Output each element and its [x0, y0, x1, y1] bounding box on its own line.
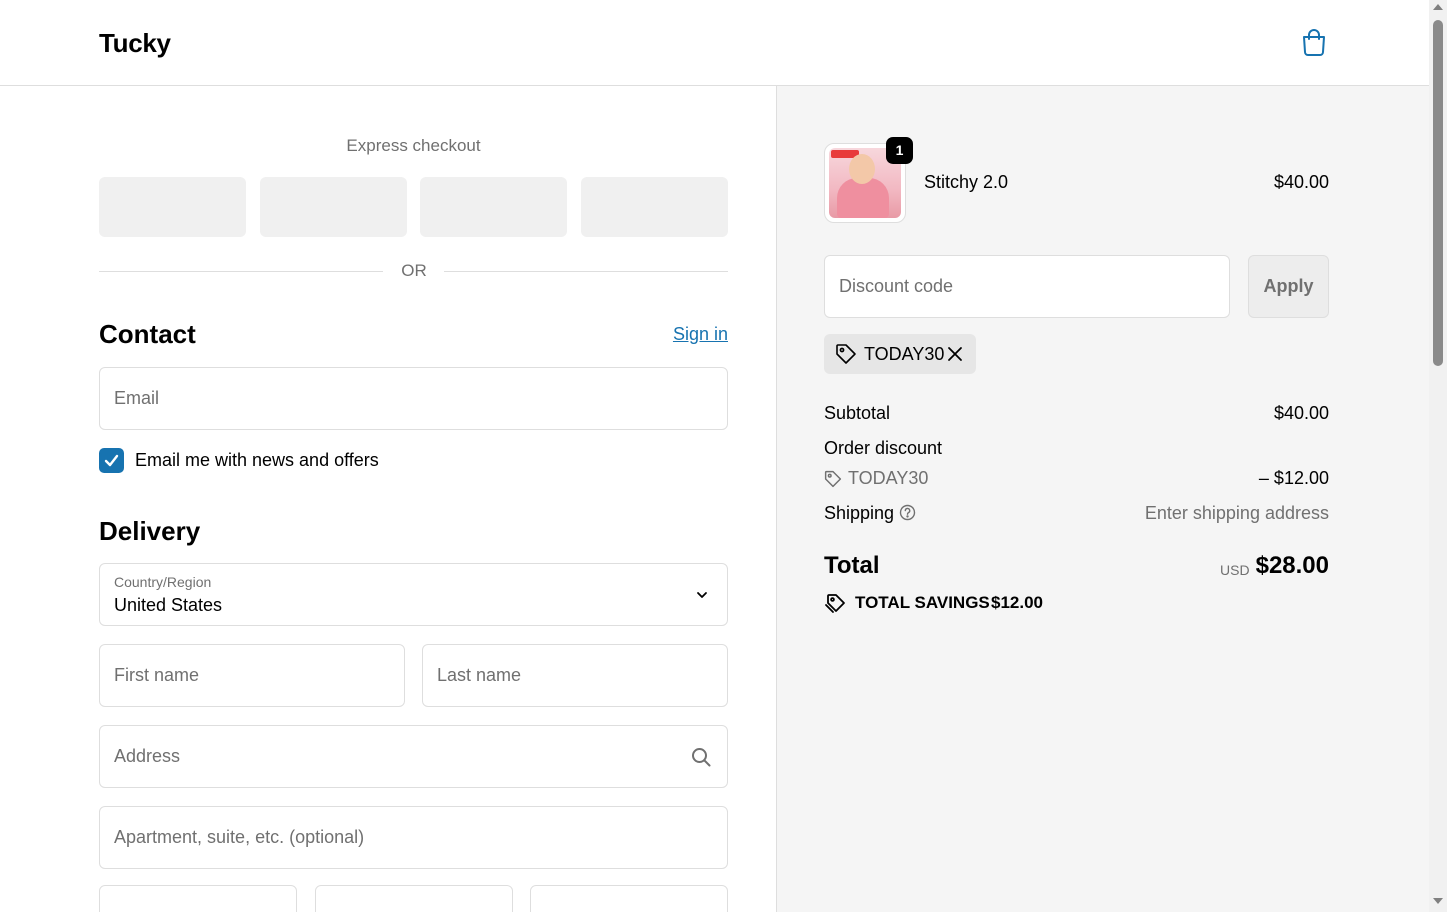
total-currency: USD: [1220, 562, 1250, 578]
shipping-label: Shipping: [824, 503, 895, 523]
email-placeholder: Email: [114, 388, 160, 408]
checkmark-icon: [104, 454, 119, 467]
express-pay-button-2[interactable]: [260, 177, 407, 237]
image-figure-body: [837, 178, 889, 218]
product-price: $40.00: [1273, 172, 1329, 192]
state-select[interactable]: [315, 885, 513, 912]
country-value: United States: [114, 595, 223, 615]
search-icon: [692, 748, 711, 767]
checkout-form: Express checkout OR Contact Sign in Emai…: [0, 86, 777, 912]
express-pay-button-4[interactable]: [581, 177, 728, 237]
order-discount-label: Order discount: [824, 438, 943, 458]
city-field[interactable]: [99, 885, 297, 912]
express-pay-button-1[interactable]: [99, 177, 246, 237]
address-field[interactable]: Address: [99, 725, 728, 788]
shopping-bag-icon[interactable]: [1299, 27, 1329, 57]
country-label: Country/Region: [114, 574, 212, 590]
total-savings-label: TOTAL SAVINGS: [855, 593, 990, 612]
newsletter-label[interactable]: Email me with news and offers: [135, 450, 379, 471]
help-circle-icon[interactable]: [899, 504, 916, 521]
express-checkout-title: Express checkout: [346, 136, 481, 155]
address-placeholder: Address: [114, 746, 181, 766]
scroll-down-arrow-icon[interactable]: [1433, 898, 1443, 904]
discount-placeholder: Discount code: [839, 276, 954, 296]
chevron-down-icon: [697, 592, 707, 598]
image-figure-head: [849, 154, 875, 184]
newsletter-checkbox[interactable]: [99, 448, 124, 473]
apply-discount-button[interactable]: Apply: [1248, 255, 1329, 318]
apartment-field[interactable]: Apartment, suite, etc. (optional): [99, 806, 728, 869]
tag-icon: [836, 344, 856, 364]
checkout-header: Tucky: [0, 0, 1429, 86]
email-field[interactable]: Email: [99, 367, 728, 430]
order-discount-value: – $12.00: [1258, 468, 1329, 488]
country-select[interactable]: Country/Region United States: [99, 563, 728, 626]
subtotal-label: Subtotal: [824, 403, 891, 423]
last-name-placeholder: Last name: [437, 665, 522, 685]
shipping-value: Enter shipping address: [1144, 503, 1329, 523]
quantity-badge: 1: [886, 137, 913, 164]
applied-discount-chip: TODAY30: [824, 334, 976, 374]
order-discount-code: TODAY30: [848, 468, 929, 488]
last-name-field[interactable]: Last name: [422, 644, 728, 707]
total-value: $28.00: [1255, 552, 1329, 579]
or-divider-text: OR: [401, 261, 427, 280]
total-label: Total: [824, 552, 880, 579]
scrollbar-thumb[interactable]: [1433, 20, 1443, 366]
total-savings-value: $12.00: [991, 593, 1043, 612]
sign-in-link[interactable]: Sign in: [600, 324, 728, 345]
delivery-heading: Delivery: [99, 516, 201, 546]
brand-logo[interactable]: Tucky: [99, 28, 171, 59]
divider-left: [99, 271, 383, 272]
page-scrollbar[interactable]: [1429, 0, 1447, 912]
order-summary: 1 Stitchy 2.0 $40.00 Discount code Apply…: [777, 86, 1429, 912]
first-name-placeholder: First name: [114, 665, 200, 685]
discount-code-field[interactable]: Discount code: [824, 255, 1230, 318]
first-name-field[interactable]: First name: [99, 644, 405, 707]
zip-field[interactable]: [530, 885, 728, 912]
scroll-up-arrow-icon[interactable]: [1433, 4, 1443, 10]
close-icon[interactable]: [946, 345, 964, 363]
savings-tag-icon: [825, 594, 845, 613]
subtotal-value: $40.00: [1273, 403, 1329, 423]
apartment-placeholder: Apartment, suite, etc. (optional): [114, 827, 365, 847]
express-pay-button-3[interactable]: [420, 177, 567, 237]
applied-code: TODAY30: [864, 344, 945, 364]
discount-tag-icon: [824, 470, 842, 488]
product-name: Stitchy 2.0: [924, 172, 1009, 192]
contact-heading: Contact: [99, 319, 196, 349]
divider-right: [444, 271, 728, 272]
